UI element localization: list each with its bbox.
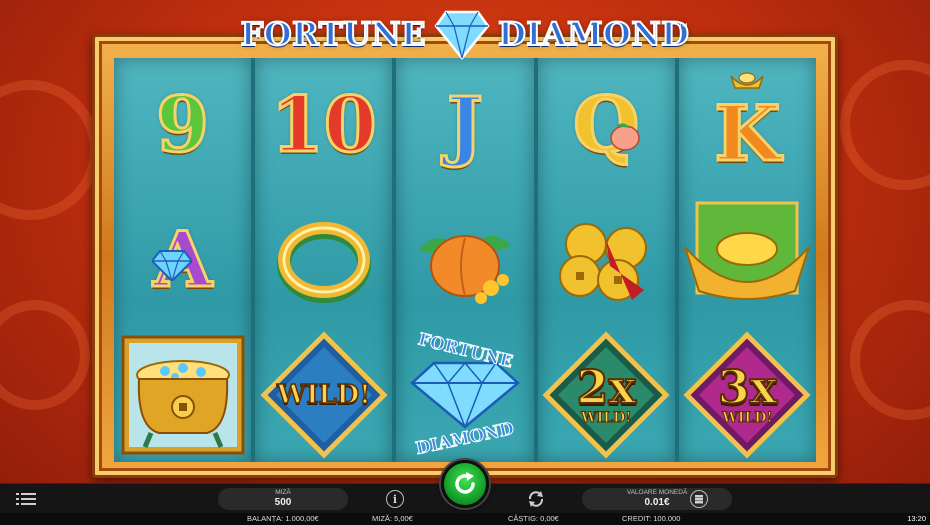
background-cloud-decoration [850,300,930,420]
menu-icon [16,493,36,505]
symbol-j: J [396,58,533,193]
wild-text: WILD! [276,379,371,411]
coin-value: 0.01€ [644,497,670,508]
gold-ingot-icon [684,201,811,300]
game-logo: FORTUNE DIAMOND ™ [240,8,690,60]
rank-j-text: J [446,80,485,170]
spin-button[interactable] [441,460,489,508]
symbol-gold-coins [538,193,675,328]
trademark-symbol: ™ [678,22,688,33]
symbol-3x-wild: 3x WILD! [679,327,816,462]
bet-selector[interactable]: MIZĂ 500 [218,488,348,510]
background-cloud-decoration [0,300,90,410]
symbol-fortune-diamond-scatter: FORTUNE DIAMOND [396,327,533,462]
wild-small-text: WILD! [722,409,773,426]
reel-3: J FORTUNE DIAMOND [396,58,534,462]
credit-readout: CREDIT: 100.000 [622,514,681,523]
autoplay-button[interactable] [527,490,545,508]
reel-grid: 9 A 10 [114,58,817,462]
symbol-peach [396,193,533,328]
multiplier-2x-text: 2x [575,359,636,414]
wild-small-text: WILD! [580,409,632,426]
treasure-pot-icon [121,335,245,455]
multiplier-3x-text: 3x [717,359,778,414]
info-button[interactable]: i [386,490,404,508]
symbol-gold-ingot [679,193,816,328]
reel-4: Q 2x WILD! [537,58,675,462]
coin-stack-button[interactable] [690,490,708,508]
symbol-k: K [679,58,816,193]
reel-1: 9 A [114,58,252,462]
coin-value-label: VALOARE MONEDĂ [626,489,688,496]
jade-ring-icon [276,222,371,303]
win-readout: CÂȘTIG: 0,00€ [508,514,559,523]
symbol-wild: WILD! [255,327,392,462]
coin-stack-icon [695,495,703,504]
gold-coins-icon [559,223,648,301]
background-cloud-decoration [840,60,930,190]
gold-ingot-icon [730,72,764,89]
diamond-gem-icon [152,249,192,281]
menu-button[interactable] [16,492,36,506]
coin-value-selector[interactable]: VALOARE MONEDĂ 0.01€ [582,488,732,510]
info-icon: i [392,492,398,506]
clock: 13:20 [907,514,926,523]
peach-icon [609,123,640,151]
symbol-9: 9 [114,58,251,193]
bet-value: 500 [274,497,292,508]
rank-9-text: 9 [155,80,211,170]
bet-readout: MIZĂ: 5,00€ [372,514,413,523]
symbol-10: 10 [255,58,392,193]
symbol-a: A [114,193,251,328]
symbol-treasure-pot [114,327,251,462]
balance-readout: BALANȚA: 1.000,00€ [247,514,319,523]
reel-5: K 3x WILD! [678,58,817,462]
rank-10-text: 10 [269,80,378,170]
rank-k-text: K [713,89,782,179]
peach-flower-icon [419,235,511,304]
bet-label: MIZĂ [275,489,291,496]
diamond-gem-icon [434,10,490,60]
reel-2: 10 WILD! [255,58,393,462]
spin-arrow-icon [455,472,475,494]
background-cloud-decoration [0,80,100,220]
symbol-jade-ring [255,193,392,328]
symbol-2x-wild: 2x WILD! [538,327,675,462]
logo-word-fortune: FORTUNE [240,14,427,54]
logo-word-diamond: DIAMOND [497,14,690,54]
symbol-q: Q [538,58,675,193]
status-bar: BALANȚA: 1.000,00€ MIZĂ: 5,00€ CÂȘTIG: 0… [0,513,930,525]
autoplay-icon [528,491,544,507]
